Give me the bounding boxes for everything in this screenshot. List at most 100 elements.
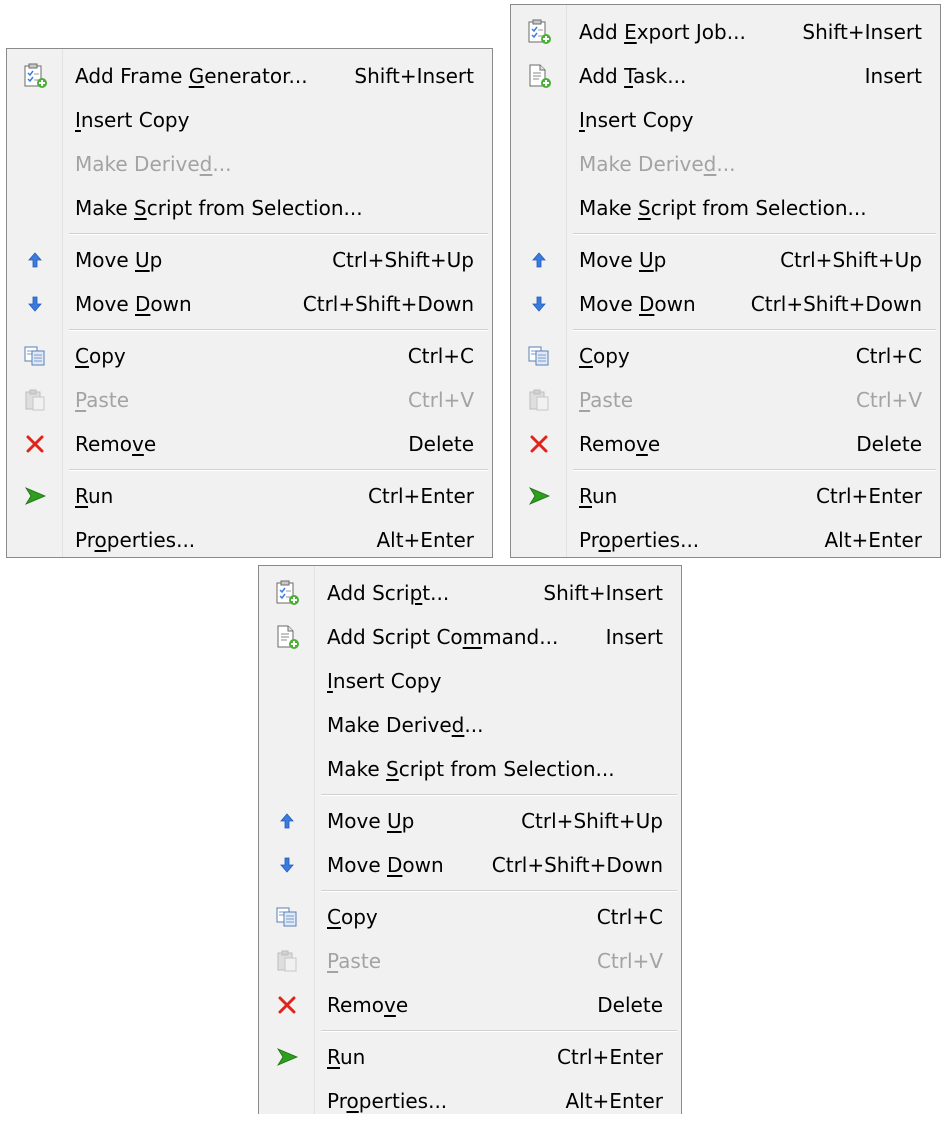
- menu-item-remove[interactable]: Remove Delete: [511, 422, 940, 466]
- menu-item-add-frame-generator[interactable]: Add Frame Generator... Shift+Insert: [7, 54, 492, 98]
- menu-item-label: Paste: [327, 949, 381, 973]
- menu-item-label: Move Up: [327, 809, 415, 833]
- menu-item-insert-copy[interactable]: Insert Copy: [7, 98, 492, 142]
- run-play-icon: [259, 1035, 315, 1079]
- shortcut-label: Ctrl+Enter: [367, 484, 474, 508]
- menu-item-make-script-from-selection[interactable]: Make Script from Selection...: [259, 747, 681, 791]
- menu-item-move-up[interactable]: Move Up Ctrl+Shift+Up: [7, 238, 492, 282]
- menu-item-label: Make Derived...: [579, 152, 736, 176]
- shortcut-label: Delete: [408, 432, 474, 456]
- menu-item-label: Make Script from Selection...: [579, 196, 867, 220]
- menu-item-properties[interactable]: Properties... Alt+Enter: [7, 518, 492, 562]
- menu-item-label: Move Up: [75, 248, 163, 272]
- context-menu-frame-generator: Add Frame Generator... Shift+Insert Inse…: [6, 48, 493, 558]
- paste-icon: [511, 378, 567, 422]
- menu-item-remove[interactable]: Remove Delete: [7, 422, 492, 466]
- menu-item-label: Copy: [579, 344, 630, 368]
- arrow-down-icon: [259, 843, 315, 887]
- remove-x-icon: [259, 983, 315, 1027]
- menu-separator: [511, 230, 940, 238]
- menu-item-remove[interactable]: Remove Delete: [259, 983, 681, 1027]
- menu-item-run[interactable]: Run Ctrl+Enter: [7, 474, 492, 518]
- shortcut-label: Ctrl+Shift+Up: [521, 809, 663, 833]
- menu-item-properties[interactable]: Properties... Alt+Enter: [511, 518, 940, 562]
- menu-item-copy[interactable]: Copy Ctrl+C: [511, 334, 940, 378]
- shortcut-label: Ctrl+C: [407, 344, 474, 368]
- shortcut-label: Delete: [597, 993, 663, 1017]
- menu-item-label: Insert Copy: [579, 108, 694, 132]
- menu-item-label: Run: [579, 484, 618, 508]
- shortcut-label: Ctrl+V: [596, 949, 663, 973]
- shortcut-label: Insert: [605, 625, 663, 649]
- arrow-up-icon: [511, 238, 567, 282]
- menu-item-move-down[interactable]: Move Down Ctrl+Shift+Down: [259, 843, 681, 887]
- menu-item-make-derived[interactable]: Make Derived...: [259, 703, 681, 747]
- menu-item-paste: Paste Ctrl+V: [7, 378, 492, 422]
- arrow-down-icon: [7, 282, 63, 326]
- clipboard-add-icon: [7, 54, 63, 98]
- shortcut-label: Ctrl+Shift+Down: [491, 853, 663, 877]
- menu-item-move-up[interactable]: Move Up Ctrl+Shift+Up: [511, 238, 940, 282]
- menu-item-properties[interactable]: Properties... Alt+Enter: [259, 1079, 681, 1123]
- menu-item-copy[interactable]: Copy Ctrl+C: [259, 895, 681, 939]
- menu-item-insert-copy[interactable]: Insert Copy: [259, 659, 681, 703]
- context-menu-export-job: Add Export Job... Shift+Insert Add Task.…: [510, 4, 941, 558]
- shortcut-label: Ctrl+V: [855, 388, 922, 412]
- remove-x-icon: [511, 422, 567, 466]
- menu-item-make-script-from-selection[interactable]: Make Script from Selection...: [7, 186, 492, 230]
- menu-item-insert-copy[interactable]: Insert Copy: [511, 98, 940, 142]
- menu-separator: [7, 230, 492, 238]
- menu-item-label: Make Derived...: [327, 713, 484, 737]
- shortcut-label: Ctrl+Shift+Down: [750, 292, 922, 316]
- menu-item-label: Move Down: [327, 853, 444, 877]
- menu-item-label: Insert Copy: [75, 108, 190, 132]
- menu-item-label: Properties...: [75, 528, 196, 552]
- shortcut-label: Delete: [856, 432, 922, 456]
- shortcut-label: Shift+Insert: [354, 64, 474, 88]
- menu-item-run[interactable]: Run Ctrl+Enter: [511, 474, 940, 518]
- menu-separator: [7, 466, 492, 474]
- shortcut-label: Ctrl+Shift+Up: [332, 248, 474, 272]
- run-play-icon: [511, 474, 567, 518]
- menu-item-label: Add Script Command...: [327, 625, 559, 649]
- menu-item-label: Run: [75, 484, 114, 508]
- context-menu-script: Add Script... Shift+Insert Add Script Co…: [258, 565, 682, 1114]
- document-add-icon: [259, 615, 315, 659]
- menu-item-add-task[interactable]: Add Task... Insert: [511, 54, 940, 98]
- shortcut-label: Ctrl+C: [596, 905, 663, 929]
- paste-icon: [259, 939, 315, 983]
- clipboard-add-icon: [511, 10, 567, 54]
- clipboard-add-icon: [259, 571, 315, 615]
- menu-item-move-down[interactable]: Move Down Ctrl+Shift+Down: [511, 282, 940, 326]
- shortcut-label: Ctrl+Enter: [815, 484, 922, 508]
- shortcut-label: Insert: [864, 64, 922, 88]
- menu-item-label: Copy: [75, 344, 126, 368]
- menu-item-paste: Paste Ctrl+V: [511, 378, 940, 422]
- menu-item-run[interactable]: Run Ctrl+Enter: [259, 1035, 681, 1079]
- menu-item-label: Remove: [327, 993, 409, 1017]
- run-play-icon: [7, 474, 63, 518]
- menu-item-make-script-from-selection[interactable]: Make Script from Selection...: [511, 186, 940, 230]
- menu-item-label: Remove: [579, 432, 661, 456]
- menu-item-add-script[interactable]: Add Script... Shift+Insert: [259, 571, 681, 615]
- menu-item-label: Paste: [579, 388, 633, 412]
- shortcut-label: Ctrl+Enter: [556, 1045, 663, 1069]
- menu-item-label: Run: [327, 1045, 366, 1069]
- menu-item-label: Insert Copy: [327, 669, 442, 693]
- shortcut-label: Alt+Enter: [565, 1089, 663, 1113]
- menu-item-move-down[interactable]: Move Down Ctrl+Shift+Down: [7, 282, 492, 326]
- menu-item-label: Make Script from Selection...: [75, 196, 363, 220]
- menu-item-add-export-job[interactable]: Add Export Job... Shift+Insert: [511, 10, 940, 54]
- menu-item-label: Move Up: [579, 248, 667, 272]
- menu-item-label: Add Export Job...: [579, 20, 746, 44]
- shortcut-label: Alt+Enter: [376, 528, 474, 552]
- menu-item-add-script-command[interactable]: Add Script Command... Insert: [259, 615, 681, 659]
- remove-x-icon: [7, 422, 63, 466]
- menu-item-move-up[interactable]: Move Up Ctrl+Shift+Up: [259, 799, 681, 843]
- menu-item-copy[interactable]: Copy Ctrl+C: [7, 334, 492, 378]
- shortcut-label: Alt+Enter: [824, 528, 922, 552]
- arrow-down-icon: [511, 282, 567, 326]
- menu-item-label: Paste: [75, 388, 129, 412]
- copy-icon: [259, 895, 315, 939]
- shortcut-label: Shift+Insert: [543, 581, 663, 605]
